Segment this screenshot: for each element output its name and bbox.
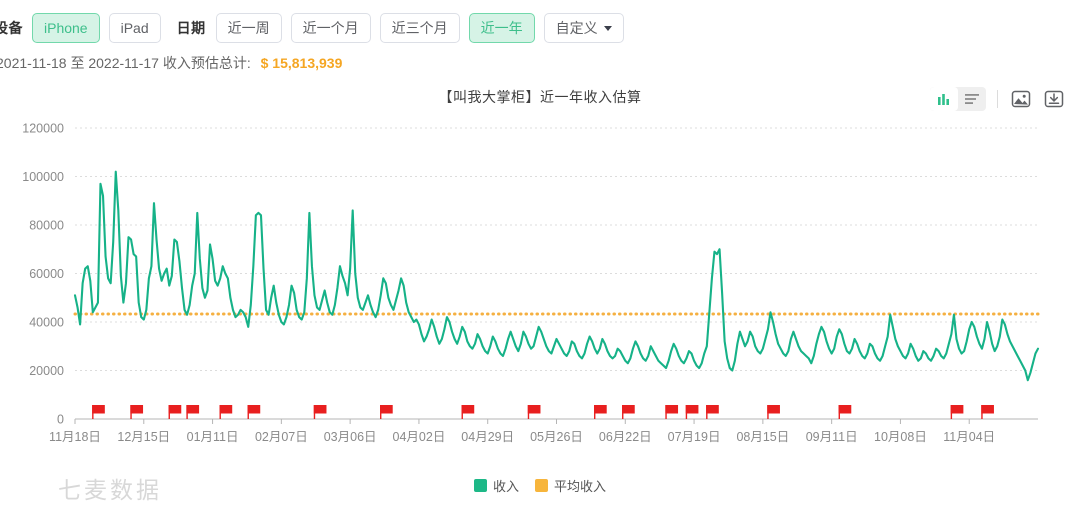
date-option-three-months[interactable]: 近三个月 [379,13,460,43]
x-axis-tick-label: 01月11日 [187,430,239,444]
flag-marker-icon[interactable] [461,405,475,419]
flag-marker-icon[interactable] [685,405,699,419]
x-axis-tick-label: 07月19日 [668,430,721,444]
y-axis-tick-label: 40000 [29,316,64,330]
flag-marker-icon[interactable] [527,405,541,419]
flag-marker-icon[interactable] [247,405,261,419]
flag-marker-icon[interactable] [981,405,994,419]
legend-label-revenue: 收入 [492,479,519,494]
flag-marker-icon[interactable] [838,405,852,419]
y-axis-tick-label: 60000 [29,267,64,281]
x-axis-tick-label: 12月15日 [117,430,170,444]
x-axis-tick-label: 04月29日 [461,430,514,444]
legend-item-average[interactable]: 平均收入 [535,476,606,495]
revenue-line[interactable] [73,170,1040,382]
y-axis-tick-label: 0 [57,413,64,427]
summary-range-text: 2021-11-18 至 2022-11-17 收入预估总计: [0,55,251,71]
x-axis-tick-label: 02月07日 [255,430,308,444]
flag-marker-icon[interactable] [380,405,393,419]
chart-legend: 收入 平均收入 [0,476,1080,495]
date-option-year[interactable]: 近一年 [468,13,535,43]
legend-swatch-average [535,479,548,492]
flag-marker-icon[interactable] [313,405,327,419]
legend-swatch-revenue [473,479,487,492]
chevron-down-icon [603,25,612,31]
date-option-custom[interactable]: 自定义 [543,13,624,43]
legend-label-average: 平均收入 [554,479,607,494]
y-axis-tick-label: 20000 [29,364,64,378]
flag-marker-icon[interactable] [219,405,233,419]
flag-marker-icon[interactable] [130,405,144,419]
flag-marker-icon[interactable] [594,405,607,419]
chart-plot-area[interactable]: 0 20000 40000 60000 80000 100000 120000 11月18日 1… [0,81,1080,501]
y-axis-tick-label: 100000 [22,170,64,184]
revenue-summary: 2021-11-18 至 2022-11-17 收入预估总计: $ 15,813… [0,53,1080,73]
x-axis-tick-label: 11月04日 [943,430,995,444]
device-option-iphone[interactable]: iPhone [32,13,100,43]
device-group-label: 设备 [0,20,23,36]
flag-marker-icon[interactable] [186,405,200,419]
flag-marker-icon[interactable] [665,405,679,419]
revenue-chart: 【叫我大掌柜】近一年收入估算 0 20000 40000 60000 80000… [0,81,1080,503]
flag-marker-icon[interactable] [622,405,635,419]
custom-label: 自定义 [555,20,598,36]
flag-marker-icon[interactable] [92,405,105,419]
x-axis-tick-label: 05月26日 [530,430,583,444]
filter-toolbar: 设备 iPhone iPad 日期 近一周 近一个月 近三个月 近一年 自定义 [0,0,1080,56]
x-axis-tick-label: 04月02日 [393,430,446,444]
x-axis-tick-label: 03月06日 [324,430,377,444]
device-option-ipad[interactable]: iPad [108,13,161,43]
x-axis-tick-label: 09月11日 [806,430,858,444]
date-option-week[interactable]: 近一周 [215,13,282,43]
y-axis-tick-label: 80000 [29,219,64,233]
x-axis-tick-label: 11月18日 [49,430,101,444]
date-group-label: 日期 [176,20,206,36]
x-axis-tick-label: 06月22日 [599,430,652,444]
y-axis-tick-label: 120000 [22,122,64,136]
flag-marker-icon[interactable] [706,405,719,419]
date-option-month[interactable]: 近一个月 [290,13,371,43]
legend-item-revenue[interactable]: 收入 [473,476,519,495]
x-axis-tick-label: 08月15日 [736,430,789,444]
x-axis-tick-label: 10月08日 [874,430,927,444]
flag-marker-icon[interactable] [767,405,780,419]
summary-amount: $ 15,813,939 [260,55,343,71]
flag-marker-icon[interactable] [950,405,964,419]
flag-marker-icon[interactable] [168,405,182,419]
